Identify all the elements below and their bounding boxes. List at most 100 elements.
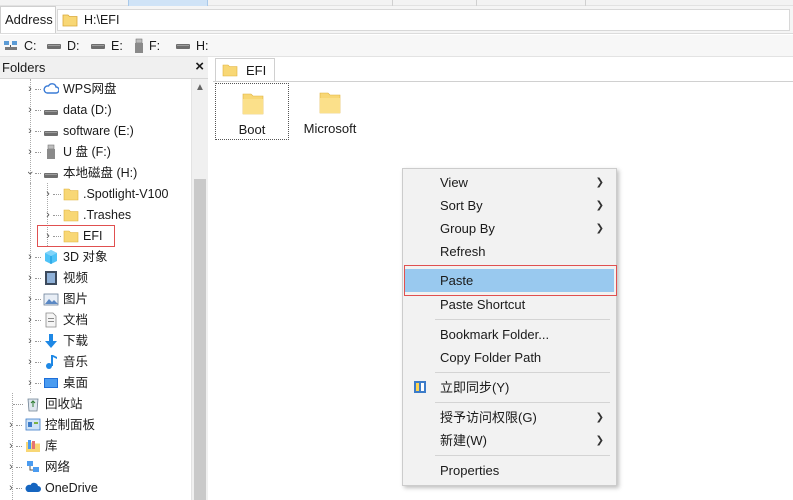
desktop-icon (44, 378, 58, 388)
chevron-right-icon[interactable]: › (6, 439, 16, 453)
menu-item-refresh[interactable]: Refresh (405, 240, 614, 263)
videos-icon (45, 271, 57, 285)
tree-item-label: OneDrive (45, 481, 98, 495)
tree-item-documents[interactable]: › 文档 (0, 310, 190, 331)
tree-item-network[interactable]: › 网络 (0, 457, 190, 478)
file-name: Microsoft (303, 121, 357, 136)
libraries-icon (26, 440, 40, 452)
tree-item-downloads[interactable]: › 下载 (0, 331, 190, 352)
close-icon[interactable]: × (195, 58, 204, 76)
chevron-right-icon: ❯ (595, 200, 604, 211)
chevron-right-icon[interactable]: › (25, 376, 35, 390)
drive-f-button[interactable]: F: (134, 38, 160, 54)
tree-item-label: 本地磁盘 (H:) (63, 166, 138, 180)
menu-item-label: Group By (440, 221, 495, 236)
chevron-right-icon[interactable]: › (6, 418, 16, 432)
chevron-right-icon[interactable]: › (25, 103, 35, 117)
chevron-right-icon[interactable]: › (25, 313, 35, 327)
menu-item-view[interactable]: View ❯ (405, 171, 614, 194)
menu-separator (435, 402, 610, 403)
chevron-right-icon[interactable]: › (25, 124, 35, 138)
chevron-up-icon[interactable]: ▲ (195, 82, 205, 93)
tree-item-data-d[interactable]: › data (D:) (0, 100, 190, 121)
chevron-right-icon[interactable]: › (6, 460, 16, 474)
menu-item-properties[interactable]: Properties (405, 459, 614, 482)
tree-item-control-panel[interactable]: › 控制面板 (0, 415, 190, 436)
usb-drive-icon (47, 144, 55, 159)
tree-item-label: 回收站 (45, 397, 83, 411)
menu-item-bookmark-folder[interactable]: Bookmark Folder... (405, 323, 614, 346)
annotation-box (404, 265, 617, 296)
chevron-right-icon[interactable]: › (25, 355, 35, 369)
tree-item-3d-objects[interactable]: › 3D 对象 (0, 247, 190, 268)
file-item-microsoft[interactable]: Microsoft (293, 83, 367, 140)
folder-icon (63, 188, 79, 201)
drive-e-button[interactable]: E: (90, 38, 123, 54)
tree-item-label: .Spotlight-V100 (83, 187, 169, 201)
tree-item-recycle-bin[interactable]: 回收站 (0, 394, 190, 415)
tree-item-libraries[interactable]: › 库 (0, 436, 190, 457)
documents-icon (45, 312, 57, 328)
chevron-right-icon[interactable]: › (6, 481, 16, 495)
tab-divider (213, 81, 793, 82)
menu-item-copy-folder-path[interactable]: Copy Folder Path (405, 346, 614, 369)
menu-item-sort-by[interactable]: Sort By ❯ (405, 194, 614, 217)
tree-item-label: 音乐 (63, 355, 89, 369)
tree-connector (53, 215, 61, 216)
tree-item-wps[interactable]: › WPS网盘 (0, 79, 190, 100)
folders-header: Folders × (0, 57, 208, 79)
chevron-right-icon[interactable]: › (25, 145, 35, 159)
menu-item-new[interactable]: 新建(W) ❯ (405, 429, 614, 452)
network-icon (27, 461, 39, 472)
folders-title: Folders (2, 60, 46, 75)
chevron-right-icon[interactable]: › (25, 292, 35, 306)
hard-drive-icon (47, 44, 61, 49)
tree-item-trashes[interactable]: › .Trashes (0, 205, 190, 226)
pictures-icon (43, 293, 59, 306)
tree-connector (16, 488, 22, 489)
tree-item-spotlight[interactable]: › .Spotlight-V100 (0, 184, 190, 205)
drive-c-button[interactable]: C: (3, 38, 37, 54)
chevron-right-icon[interactable]: › (43, 208, 53, 222)
tree-item-onedrive[interactable]: › OneDrive (0, 478, 190, 499)
tree-item-label: data (D:) (63, 103, 112, 117)
menu-item-group-by[interactable]: Group By ❯ (405, 217, 614, 240)
tree-item-music[interactable]: › 音乐 (0, 352, 190, 373)
tree-item-videos[interactable]: › 视频 (0, 268, 190, 289)
tree-item-pictures[interactable]: › 图片 (0, 289, 190, 310)
address-label: Address (0, 6, 56, 33)
menu-item-paste-shortcut[interactable]: Paste Shortcut (405, 293, 614, 316)
tree-item-software-e[interactable]: › software (E:) (0, 121, 190, 142)
tree-item-label: 3D 对象 (63, 250, 108, 264)
drive-d-button[interactable]: D: (46, 38, 80, 54)
tree-item-label: 视频 (63, 271, 89, 285)
chevron-right-icon[interactable]: › (25, 271, 35, 285)
drive-h-button[interactable]: H: (175, 38, 209, 54)
network-drive-icon (4, 41, 17, 50)
chevron-right-icon[interactable]: › (25, 250, 35, 264)
chevron-right-icon[interactable]: › (25, 334, 35, 348)
tree-connector (35, 341, 41, 342)
scrollbar-thumb[interactable] (194, 179, 206, 500)
menu-item-sync-now[interactable]: 立即同步(Y) (405, 376, 614, 399)
chevron-right-icon[interactable]: › (25, 82, 35, 96)
tab-efi[interactable]: EFI (215, 58, 276, 81)
menu-separator (435, 319, 610, 320)
tree-item-label: 网络 (45, 460, 71, 474)
chevron-right-icon[interactable]: › (43, 187, 53, 201)
menu-item-label: 授予访问权限(G) (440, 410, 537, 425)
tree-item-u-f[interactable]: › U 盘 (F:) (0, 142, 190, 163)
tree-connector (35, 131, 41, 132)
chevron-right-icon: ❯ (595, 412, 604, 423)
menu-item-grant-access[interactable]: 授予访问权限(G) ❯ (405, 406, 614, 429)
tree-item-desktop[interactable]: › 桌面 (0, 373, 190, 394)
menu-item-label: Bookmark Folder... (440, 327, 550, 342)
address-input[interactable]: H:\EFI (57, 9, 790, 31)
music-icon (46, 355, 57, 369)
file-item-boot[interactable]: Boot (215, 83, 289, 140)
tree-item-label: 库 (45, 439, 58, 453)
tree-item-label: 下载 (63, 334, 89, 348)
drive-label: F: (149, 39, 161, 53)
tree-scrollbar[interactable]: ▲ (191, 79, 208, 500)
tree-item-local-disk-h[interactable]: › 本地磁盘 (H:) (0, 163, 190, 184)
